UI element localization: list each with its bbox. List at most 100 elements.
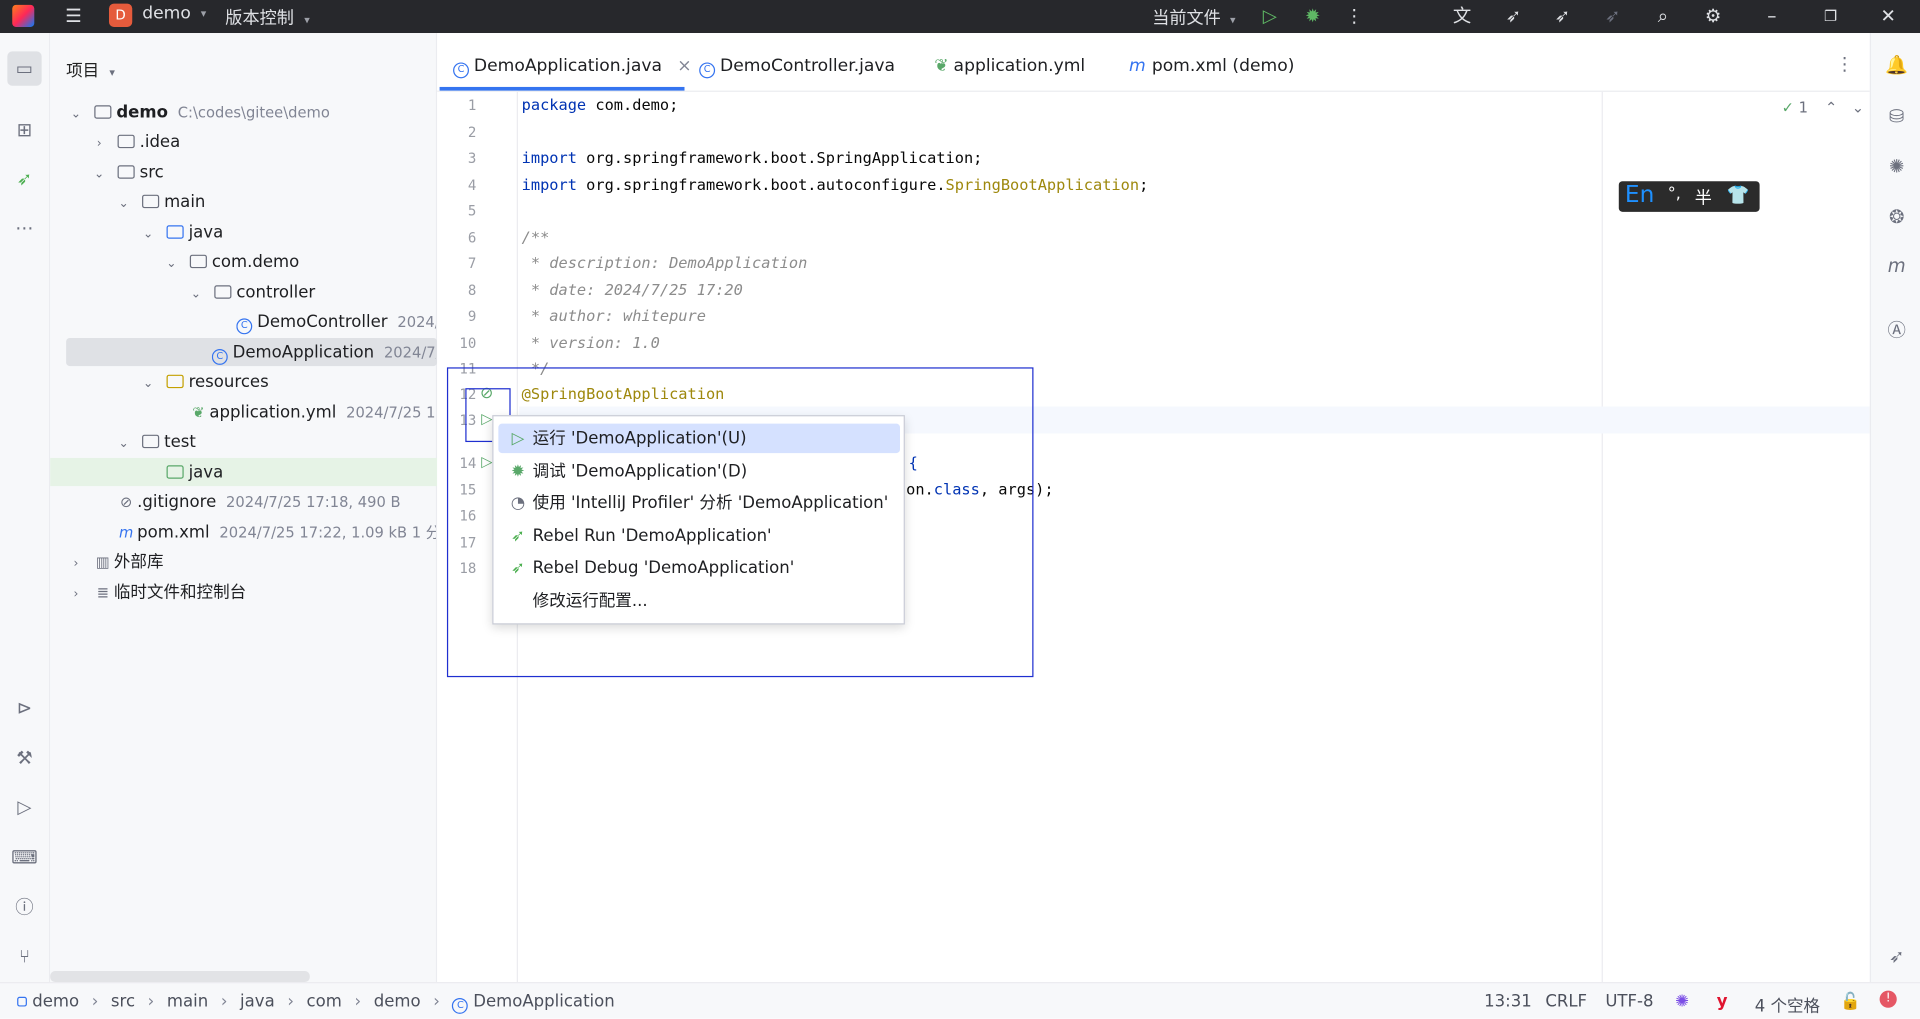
run-icon[interactable]: ▷ — [1258, 4, 1282, 28]
tree-item-pom-xml[interactable]: mpom.xml 2024/7/25 17:22, 1.09 kB 1 分钟之前 — [115, 519, 436, 546]
restore-icon[interactable]: ❐ — [1818, 4, 1842, 28]
tree-item-demo[interactable]: ⌄ demo C:\codes\gitee\demo — [67, 99, 330, 126]
popup-item-profiler[interactable]: ◔ 使用 'IntelliJ Profiler' 分析 'DemoApplicat… — [498, 489, 900, 518]
breadcrumb-item[interactable]: demo — [374, 992, 421, 1012]
code-line-1[interactable]: package com.demo; — [522, 96, 679, 114]
structure-icon[interactable]: ⊞ — [11, 116, 38, 143]
project-folder-icon[interactable]: ▭ — [7, 51, 42, 86]
popup-item-run[interactable]: ▷ 运行 'DemoApplication'(U) — [498, 423, 901, 454]
project-panel-header[interactable]: 项目 ▾ — [66, 56, 115, 81]
app-logo-icon[interactable] — [12, 4, 35, 27]
chevron-down-icon: ▾ — [200, 8, 207, 21]
plugin-icon[interactable]: ❂ — [1883, 203, 1910, 230]
breadcrumb-item[interactable]: java — [240, 992, 275, 1012]
tree-item-label: controller — [236, 282, 316, 303]
main-menu-icon[interactable]: ☰ — [61, 4, 85, 28]
ai-assistant-icon[interactable]: ✺ — [1883, 153, 1910, 180]
close-icon[interactable]: ✕ — [1876, 4, 1900, 28]
file-encoding[interactable]: UTF-8 — [1605, 992, 1653, 1012]
debug-icon[interactable]: ✹ — [1300, 4, 1324, 28]
readonly-lock-icon[interactable]: 🔓 — [1840, 992, 1861, 1012]
breadcrumb-item[interactable]: src — [111, 992, 135, 1012]
translate-icon[interactable]: 文 — [1450, 4, 1474, 28]
code-line-8[interactable]: * date: 2024/7/25 17:20 — [522, 280, 743, 298]
tree-item-gitignore[interactable]: ⊘ .gitignore 2024/7/25 17:18, 490 B — [115, 489, 401, 516]
code-line-4[interactable]: import org.springframework.boot.autoconf… — [522, 175, 1149, 193]
minimize-icon[interactable]: – — [1760, 4, 1784, 28]
spring-config-icon: ❦ — [192, 404, 205, 422]
breadcrumb-item[interactable]: DemoApplication — [473, 992, 614, 1012]
code-line-10[interactable]: * version: 1.0 — [522, 333, 660, 351]
tab-close-icon[interactable]: × — [677, 56, 691, 76]
tree-item-com-demo[interactable]: ⌄ com.demo — [163, 249, 299, 276]
tree-item-application-yml[interactable]: ❦application.yml 2024/7/25 17:2 — [187, 399, 436, 426]
project-scrollbar[interactable] — [50, 971, 310, 983]
translation-panel-icon[interactable]: Ⓐ — [1883, 317, 1910, 344]
code-line-9[interactable]: * author: whitepure — [522, 306, 706, 324]
chevron-up-icon[interactable]: ⌃ — [1825, 99, 1837, 116]
maven-icon[interactable]: m — [1883, 252, 1910, 279]
search-icon[interactable]: ⌕ — [1651, 4, 1675, 28]
tree-item-controller[interactable]: ⌄ controller — [187, 279, 315, 306]
settings-gear-icon[interactable]: ⚙ — [1701, 4, 1725, 28]
vcs-widget[interactable]: 版本控制 ▾ — [225, 5, 309, 29]
tree-item-test[interactable]: ⌄ test — [115, 429, 196, 456]
more-horizontal-icon[interactable]: ⋯ — [11, 214, 38, 241]
breadcrumb-item[interactable]: com — [307, 992, 342, 1012]
rebel-rocket-disabled-icon[interactable]: ➶ — [1600, 4, 1624, 28]
jrebel-panel-icon[interactable]: ➶ — [1883, 943, 1910, 970]
tree-item-src[interactable]: ⌄ src — [91, 159, 164, 186]
breadcrumb-item[interactable]: main — [167, 992, 208, 1012]
inspection-widget[interactable]: ✓ 1 ⌃ ⌄ — [1782, 99, 1864, 116]
tree-item-democontroller[interactable]: CDemoController 2024/7/ — [236, 309, 436, 336]
rebel-debug-rocket-icon[interactable]: ➶ — [1550, 4, 1574, 28]
scratches-icon: ≣ — [96, 584, 110, 602]
code-line-6[interactable]: /** — [522, 228, 550, 246]
popup-item-debug[interactable]: ✹ 调试 'DemoApplication'(D) — [498, 457, 900, 486]
tab-pom-xml[interactable]: m pom.xml (demo) — [1129, 56, 1294, 76]
project-widget[interactable]: D demo ▾ — [108, 3, 207, 28]
code-line-7[interactable]: * description: DemoApplication — [522, 253, 807, 271]
tree-item-idea[interactable]: › .idea — [91, 129, 181, 156]
database-icon[interactable]: ⛁ — [1883, 103, 1910, 130]
chevron-down-icon[interactable]: ⌄ — [1852, 99, 1864, 116]
keyword: import — [521, 175, 577, 194]
indent-setting[interactable]: 4 个空格 — [1755, 992, 1820, 1017]
services-icon[interactable]: ⊳ — [11, 694, 38, 721]
tab-demoapplication[interactable]: C DemoApplication.java × — [453, 56, 692, 79]
tree-item-test-java[interactable]: java — [140, 459, 223, 486]
build-hammer-icon[interactable]: ⚒ — [11, 744, 38, 771]
spring-boot-class-icon: C — [453, 62, 469, 79]
tree-item-demoapplication[interactable]: CDemoApplication 2024/7/2 — [211, 339, 436, 366]
tree-item-java[interactable]: ⌄ java — [140, 219, 223, 246]
terminal-icon[interactable]: ⌨ — [11, 844, 38, 871]
error-indicator-icon[interactable]: ! — [1879, 990, 1897, 1008]
popup-item-rebel-run[interactable]: ➶ Rebel Run 'DemoApplication' — [498, 522, 900, 551]
class-icon: C — [699, 62, 716, 79]
problems-icon[interactable]: ⓘ — [11, 894, 38, 921]
line-separator[interactable]: CRLF — [1545, 992, 1587, 1012]
rebel-rocket-icon[interactable]: ➶ — [1501, 4, 1525, 28]
tree-item-main[interactable]: ⌄ main — [115, 189, 206, 216]
git-branch-icon[interactable]: ⑂ — [11, 943, 38, 970]
popup-item-rebel-debug[interactable]: ➶ Rebel Debug 'DemoApplication' — [498, 553, 900, 582]
breadcrumb-item[interactable]: demo — [32, 992, 79, 1012]
tree-item-external-libraries[interactable]: › ▥ 外部库 — [67, 549, 163, 576]
ai-status-icon[interactable]: ✺ — [1675, 992, 1689, 1012]
notifications-bell-icon[interactable]: 🔔 — [1883, 51, 1910, 78]
more-vertical-icon[interactable]: ⋮ — [1342, 4, 1366, 28]
jrebel-icon[interactable]: ➶ — [11, 165, 38, 192]
plugin-y-icon[interactable]: y — [1717, 992, 1728, 1012]
tree-item-resources[interactable]: ⌄ resources — [140, 369, 269, 396]
code-line-3[interactable]: import org.springframework.boot.SpringAp… — [522, 148, 983, 166]
tab-application-yml[interactable]: ❦ application.yml — [934, 56, 1085, 76]
tree-item-label: DemoController — [257, 312, 388, 332]
caret-position[interactable]: 13:31 — [1484, 992, 1532, 1012]
more-tabs-icon[interactable]: ⋮ — [1836, 53, 1854, 75]
chevron-right-icon: › — [96, 137, 102, 151]
tab-democontroller[interactable]: C DemoController.java — [699, 56, 895, 79]
run-tool-icon[interactable]: ▷ — [11, 793, 38, 820]
tree-item-scratches[interactable]: › ≣ 临时文件和控制台 — [67, 579, 246, 606]
run-config-widget[interactable]: 当前文件 ▾ — [1152, 5, 1235, 29]
popup-item-edit-config[interactable]: 修改运行配置... — [498, 587, 900, 616]
